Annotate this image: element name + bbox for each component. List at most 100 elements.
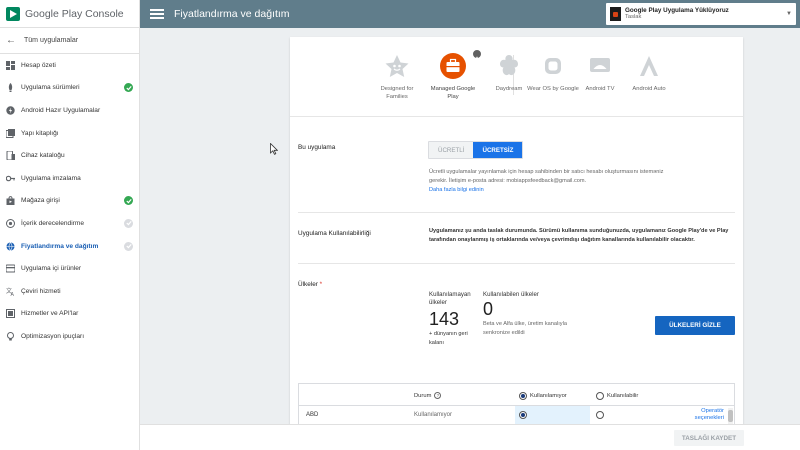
available-sub: Beta ve Alfa ülke, üretim kanalıyla senk… bbox=[483, 321, 567, 336]
device-programs: Designed for Families Managed Google Play… bbox=[290, 37, 743, 117]
device-program-1[interactable]: Designed for Families bbox=[369, 53, 425, 102]
availability-text: Uygulamanız şu anda taslak durumunda. Sü… bbox=[429, 228, 729, 243]
pricing-description: Ücretli uygulamalar yayınlamak için hesa… bbox=[429, 168, 669, 195]
sidebar-item-label: Mağaza girişi bbox=[21, 197, 60, 205]
unavailable-all-radio[interactable] bbox=[519, 392, 527, 400]
available-col-label: Kullanılabilir bbox=[607, 393, 639, 399]
hide-countries-button[interactable]: ÜLKELERİ GİZLE bbox=[655, 316, 735, 335]
key-icon bbox=[6, 174, 15, 183]
sidebar-item-13[interactable]: Optimizasyon ipuçları bbox=[0, 325, 139, 348]
device-program-label: Designed for Families bbox=[380, 86, 414, 100]
device-program-5[interactable]: Android TV bbox=[572, 53, 628, 94]
sidebar-item-12[interactable]: Hizmetler ve API'lar bbox=[0, 303, 139, 326]
divider bbox=[298, 212, 735, 213]
sidebar-item-label: Optimizasyon ipuçları bbox=[21, 332, 85, 340]
library-icon bbox=[6, 128, 15, 138]
daydream-icon bbox=[496, 53, 522, 79]
sidebar-item-label: Hizmetler ve API'lar bbox=[21, 310, 79, 318]
device-program-2[interactable]: Managed Google Play bbox=[425, 49, 482, 102]
help-icon[interactable]: ? bbox=[434, 392, 442, 399]
status-col-label: Durum bbox=[414, 392, 432, 399]
top-bar: Fiyatlandırma ve dağıtım Google Play Uyg… bbox=[140, 0, 800, 28]
brand[interactable]: Google Play Console bbox=[0, 0, 139, 28]
globe-icon bbox=[6, 241, 15, 251]
device-program-label: Android TV bbox=[585, 86, 615, 92]
check-complete-icon bbox=[124, 196, 133, 206]
sidebar-item-2[interactable]: Uygulama sürümleri bbox=[0, 77, 139, 100]
sidebar: Google Play Console ← Tüm uygulamalar He… bbox=[0, 0, 140, 450]
app-name: Google Play Uygulama Yüklüyoruz bbox=[625, 6, 729, 14]
learn-more-link[interactable]: Daha fazla bilgi edinin bbox=[429, 186, 669, 195]
store-icon bbox=[6, 196, 15, 206]
free-option[interactable]: ÜCRETSİZ bbox=[473, 142, 523, 158]
sidebar-item-11[interactable]: 文 A Çeviri hizmeti bbox=[0, 280, 139, 303]
card-icon bbox=[6, 264, 15, 273]
check-pending-icon bbox=[124, 241, 133, 251]
table-header: Durum ? Kullanılamıyor Kullanılabilir bbox=[299, 384, 734, 406]
sidebar-item-label: İçerik derecelendirme bbox=[21, 219, 85, 227]
rocket-icon bbox=[6, 83, 15, 93]
sidebar-nav: Hesap özeti Uygulama sürümleri Android Haz… bbox=[0, 54, 139, 348]
check-pending-icon bbox=[124, 218, 133, 228]
auto-icon bbox=[636, 53, 662, 79]
bottom-bar: TASLAĞI KAYDET bbox=[140, 424, 800, 450]
available-count: 0 bbox=[483, 299, 494, 319]
translate-icon: 文A bbox=[6, 287, 15, 296]
back-label: Tüm uygulamalar bbox=[24, 37, 79, 44]
sidebar-item-label: Uygulama sürümleri bbox=[21, 84, 80, 92]
save-draft-button[interactable]: TASLAĞI KAYDET bbox=[674, 430, 744, 446]
back-to-all-apps[interactable]: ← Tüm uygulamalar bbox=[0, 28, 139, 54]
sidebar-item-4[interactable]: Yapı kitaplığı bbox=[0, 122, 139, 145]
row-unavailable-radio[interactable] bbox=[519, 411, 527, 419]
page-title: Fiyatlandırma ve dağıtım bbox=[174, 8, 290, 20]
country-status: Kullanılamıyor bbox=[414, 412, 453, 418]
sidebar-item-label: Hesap özeti bbox=[21, 61, 56, 69]
sidebar-item-label: Yapı kitaplığı bbox=[21, 129, 59, 137]
operator-options-link[interactable]: Operatör seçenekleri bbox=[688, 408, 724, 422]
sidebar-item-8[interactable]: İçerik derecelendirme bbox=[0, 212, 139, 235]
device-icon bbox=[6, 151, 15, 161]
brand-name: Google Play Console bbox=[25, 7, 124, 20]
device-program-6[interactable]: Android Auto bbox=[621, 53, 677, 94]
check-complete-icon bbox=[124, 83, 133, 93]
sidebar-item-10[interactable]: Uygulama içi ürünler bbox=[0, 257, 139, 280]
sidebar-item-5[interactable]: Cihaz kataloğu bbox=[0, 144, 139, 167]
arrow-left-icon: ← bbox=[6, 35, 16, 46]
unavailable-count: 143 bbox=[429, 309, 460, 329]
sidebar-item-7[interactable]: Mağaza girişi bbox=[0, 190, 139, 213]
sidebar-item-6[interactable]: Uygulama imzalama bbox=[0, 167, 139, 190]
pricing-toggle: ÜCRETLİ ÜCRETSİZ bbox=[428, 141, 524, 159]
play-console-icon bbox=[6, 6, 20, 21]
sidebar-item-3[interactable]: Android Hazır Uygulamalar bbox=[0, 99, 139, 122]
device-program-label: Managed Google Play bbox=[430, 86, 476, 100]
sidebar-item-label: Cihaz kataloğu bbox=[21, 152, 65, 160]
sidebar-item-1[interactable]: Hesap özeti bbox=[0, 54, 139, 77]
sidebar-item-label: Android Hazır Uygulamalar bbox=[21, 106, 101, 114]
bulb-icon bbox=[6, 331, 15, 341]
app-selector[interactable]: Google Play Uygulama Yüklüyoruz Taslak ▼ bbox=[606, 3, 796, 25]
instant-app-icon bbox=[6, 106, 15, 115]
sidebar-item-9[interactable]: Fiyatlandırma ve dağıtım bbox=[0, 235, 139, 258]
paid-option[interactable]: ÜCRETLİ bbox=[429, 142, 474, 158]
available-all-radio[interactable] bbox=[596, 392, 604, 400]
app-icon bbox=[610, 7, 621, 21]
mouse-cursor-icon bbox=[270, 143, 278, 155]
countries-label-text: Ülkeler bbox=[298, 281, 318, 288]
rating-icon bbox=[6, 218, 15, 228]
chevron-down-icon: ▼ bbox=[786, 11, 792, 17]
unavailable-col-header: Kullanılamıyor bbox=[519, 392, 567, 400]
countries-label: Ülkeler * bbox=[298, 281, 322, 288]
country-name: ABD bbox=[306, 412, 319, 418]
pricing-label: Bu uygulama bbox=[298, 144, 336, 151]
available-head: Kullanılabilen ülkeler bbox=[483, 291, 539, 298]
tv-icon bbox=[587, 53, 613, 79]
briefcase-icon bbox=[440, 49, 482, 79]
unavailable-sub: + dünyanın geri kalanı bbox=[429, 331, 468, 346]
divider bbox=[298, 263, 735, 264]
menu-icon[interactable] bbox=[150, 9, 164, 19]
unavailable-head: Kullanılamayan ülkeler bbox=[429, 291, 471, 306]
sidebar-item-label: Çeviri hizmeti bbox=[21, 287, 61, 295]
pricing-distribution-card: Designed for Families Managed Google Play… bbox=[290, 37, 743, 450]
row-available-radio[interactable] bbox=[596, 411, 604, 419]
unavailable-col-label: Kullanılamıyor bbox=[530, 393, 567, 399]
